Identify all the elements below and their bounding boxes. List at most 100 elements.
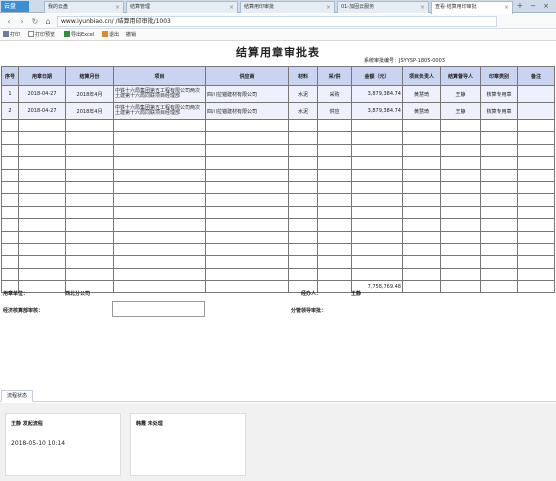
flow-card-header: 韩霞 未处理 [136, 421, 163, 427]
column-header: 金额（元） [351, 66, 403, 86]
cell-amount: 3,879,384.74 [351, 85, 403, 103]
empty-cell [480, 193, 518, 207]
home-icon[interactable]: ⌂ [43, 16, 53, 27]
forward-icon[interactable]: › [17, 16, 27, 27]
browser-tab-5-active[interactable]: 查看·结算用印审批 × [431, 1, 513, 14]
empty-cell [480, 230, 518, 244]
print-button[interactable]: 打印 [3, 31, 20, 40]
browser-tab-2[interactable]: 结算管理 × [126, 1, 238, 13]
dept-review-input[interactable] [112, 301, 205, 317]
column-header: 结算督导人 [440, 66, 481, 86]
empty-cell [317, 205, 352, 220]
column-header: 结算月份 [65, 66, 114, 86]
empty-cell [351, 230, 403, 244]
empty-cell [317, 118, 352, 133]
cell-remark [517, 102, 555, 120]
system-number: 系统审批编号：JSYYSP-1805-0003 [364, 58, 445, 64]
column-header: 项目 [113, 66, 206, 86]
column-header: 供应商 [205, 66, 289, 86]
empty-cell [440, 205, 481, 220]
table-row-empty [1, 193, 555, 207]
empty-cell [480, 218, 518, 232]
empty-cell [288, 218, 318, 232]
browser-tab-3[interactable]: 结算用印审批 × [240, 1, 335, 13]
minimize-icon[interactable]: − [528, 1, 538, 12]
empty-cell [113, 230, 206, 244]
empty-cell [113, 131, 206, 145]
empty-cell [288, 205, 318, 220]
empty-cell [18, 193, 66, 207]
empty-cell [18, 118, 66, 133]
new-tab-button[interactable]: + [515, 1, 525, 12]
exit-label: 退出 [109, 32, 120, 38]
empty-cell [440, 118, 481, 133]
cell-seal: 核算专用章 [480, 102, 518, 120]
tab-label: 结算管理 [130, 4, 151, 10]
empty-cell [18, 156, 66, 170]
empty-cell [440, 242, 481, 257]
cell-supplier: 四川拉锚建材有限公司 [205, 102, 289, 120]
window-close-icon[interactable]: × [541, 1, 551, 12]
empty-cell [288, 230, 318, 244]
empty-cell [351, 193, 403, 207]
empty-cell [440, 255, 481, 269]
empty-cell [18, 205, 66, 220]
empty-cell [65, 168, 114, 182]
empty-cell [65, 156, 114, 170]
empty-cell [1, 267, 19, 282]
close-icon[interactable]: × [229, 2, 234, 13]
empty-cell [1, 218, 19, 232]
exit-icon [102, 31, 108, 37]
exit-button[interactable]: 退出 [102, 31, 119, 40]
column-header: 用章日期 [18, 66, 66, 86]
table-row-empty [1, 118, 555, 133]
tab-label: 查看·结算用印审批 [435, 4, 477, 10]
empty-cell [402, 156, 441, 170]
export-excel-button[interactable]: 导出Excel [64, 31, 94, 40]
empty-cell [402, 280, 441, 294]
empty-cell [317, 131, 352, 145]
browser-brand-button[interactable]: 云盘 [1, 1, 29, 12]
browser-tab-4[interactable]: 01-加固云服务 × [337, 1, 429, 13]
empty-cell [65, 143, 114, 158]
revoke-button[interactable]: 撤销 [126, 31, 136, 40]
empty-cell [18, 255, 66, 269]
empty-cell [288, 193, 318, 207]
empty-cell [205, 267, 289, 282]
print-preview-button[interactable]: 打印预览 [28, 31, 55, 40]
refresh-icon[interactable]: ↻ [30, 16, 40, 27]
close-icon[interactable]: × [115, 2, 120, 13]
empty-cell [440, 218, 481, 232]
empty-cell [317, 143, 352, 158]
table-row[interactable]: 2 2018-04-27 2018年4月 中铁十六局集团第五工程有限公司两次土建… [1, 102, 555, 120]
empty-cell [402, 131, 441, 145]
table-row[interactable]: 1 2018-04-27 2018年4月 中铁十六局集团第五工程有限公司两次土建… [1, 85, 555, 103]
empty-cell [113, 218, 206, 232]
empty-cell [402, 205, 441, 220]
cell-amount: 3,879,384.74 [351, 102, 403, 120]
url-input[interactable]: www.iyunbiao.cn/ /结算用印审批/1003 [57, 16, 497, 27]
empty-cell [205, 255, 289, 269]
close-icon[interactable]: × [420, 2, 425, 13]
cell-supervisor: 王静 [440, 102, 481, 120]
empty-cell [113, 205, 206, 220]
empty-cell [440, 267, 481, 282]
empty-cell [351, 267, 403, 282]
empty-cell [351, 205, 403, 220]
empty-cell [288, 156, 318, 170]
empty-cell [288, 118, 318, 133]
empty-cell [317, 218, 352, 232]
empty-cell [113, 255, 206, 269]
browser-tab-1[interactable]: 我的云盘 × [44, 1, 124, 13]
empty-cell [480, 156, 518, 170]
cell-no: 1 [1, 85, 19, 103]
empty-cell [480, 143, 518, 158]
close-icon[interactable]: × [326, 2, 331, 13]
empty-cell [517, 156, 555, 170]
tab-flow-status[interactable]: 流程状态 [1, 390, 33, 402]
flow-card-header: 王静 发起流程 [11, 421, 43, 427]
close-icon[interactable]: × [504, 2, 509, 13]
back-icon[interactable]: ‹ [4, 16, 14, 27]
cell-month: 2018年4月 [65, 85, 114, 103]
empty-cell [288, 131, 318, 145]
